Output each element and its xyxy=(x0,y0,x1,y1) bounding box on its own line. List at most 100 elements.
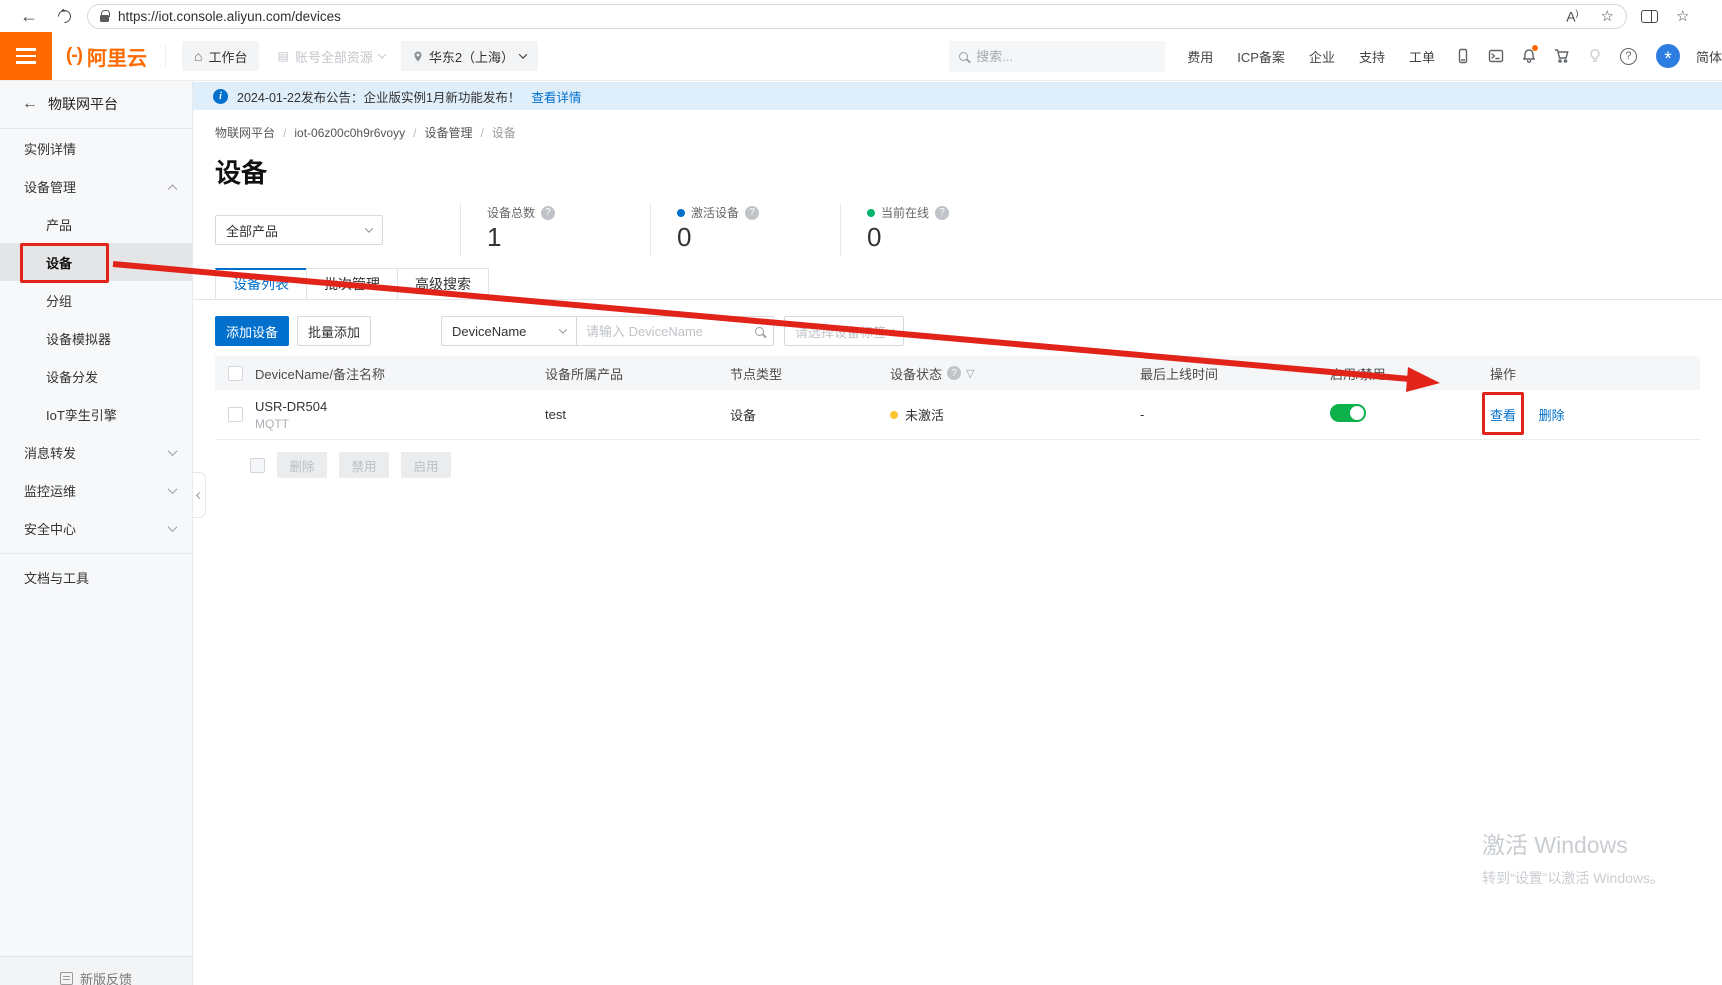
filter-funnel-icon[interactable]: ▽ xyxy=(966,367,974,380)
stat-activated-devices: 激活设备 0 xyxy=(650,204,840,256)
sidebar: ← 物联网平台 实例详情 设备管理 产品 设备 分组 设备模拟器 设备分发 Io… xyxy=(0,80,193,985)
browser-back-icon[interactable]: ← xyxy=(16,6,42,27)
nav-link-support[interactable]: 支持 xyxy=(1359,47,1385,66)
chevron-up-icon xyxy=(168,184,178,194)
breadcrumb-instance[interactable]: iot-06z00c0h9r6voyy xyxy=(294,126,405,140)
footer-select-all-checkbox[interactable] xyxy=(250,458,265,473)
select-all-checkbox[interactable] xyxy=(228,366,243,381)
aliyun-logo[interactable]: (-) 阿里云 xyxy=(52,42,165,71)
help-circle-icon[interactable] xyxy=(935,206,949,220)
col-header-devicename: DeviceName/备注名称 xyxy=(255,364,545,383)
workbench-button[interactable]: ⌂ 工作台 xyxy=(182,41,259,71)
chevron-down-icon xyxy=(559,325,567,333)
sidebar-item-device-management[interactable]: 设备管理 xyxy=(0,167,192,205)
breadcrumb-platform[interactable]: 物联网平台 xyxy=(215,124,275,141)
help-circle-icon[interactable] xyxy=(745,206,759,220)
favorite-star-icon[interactable]: ☆ xyxy=(1601,7,1614,25)
col-header-actions: 操作 xyxy=(1490,364,1700,383)
tab-device-list[interactable]: 设备列表 xyxy=(215,268,307,299)
sidebar-item-devices[interactable]: 设备 xyxy=(0,243,192,281)
help-icon[interactable] xyxy=(1620,48,1637,65)
account-scope-selector[interactable]: ▤ 账号全部资源 xyxy=(277,47,384,66)
browser-address-bar[interactable]: https://iot.console.aliyun.com/devices A… xyxy=(87,4,1627,29)
tab-batch-management[interactable]: 批次管理 xyxy=(306,268,398,299)
product-filter-select[interactable]: 全部产品 xyxy=(215,215,383,245)
announcement-banner: 2024-01-22发布公告：企业版实例1月新功能发布！ 查看详情 xyxy=(193,82,1722,110)
console-top-nav: (-) 阿里云 ⌂ 工作台 ▤ 账号全部资源 华东2（上海） 费用 ICP备案 … xyxy=(0,32,1722,80)
batch-enable-button[interactable]: 启用 xyxy=(401,452,451,478)
sidebar-title: 物联网平台 xyxy=(48,94,118,114)
enable-toggle[interactable] xyxy=(1330,404,1366,422)
sidebar-item-monitoring-ops[interactable]: 监控运维 xyxy=(0,471,192,509)
breadcrumb-device-management[interactable]: 设备管理 xyxy=(424,124,472,141)
sidebar-item-products[interactable]: 产品 xyxy=(0,205,192,243)
green-dot-icon xyxy=(867,209,875,217)
chevron-down-icon xyxy=(168,522,178,532)
sidebar-item-iot-twin-engine[interactable]: IoT孪生引擎 xyxy=(0,395,192,433)
view-link[interactable]: 查看 xyxy=(1490,408,1516,423)
col-header-device-status: 设备状态 ▽ xyxy=(890,364,1140,383)
add-device-button[interactable]: 添加设备 xyxy=(215,316,289,346)
console-search-input[interactable] xyxy=(976,49,1155,64)
batch-disable-button[interactable]: 禁用 xyxy=(339,452,389,478)
windows-activation-watermark: 激活 Windows 转到“设置”以激活 Windows。 xyxy=(1482,826,1722,888)
cloudshell-terminal-icon[interactable] xyxy=(1488,48,1504,64)
page-url[interactable]: https://iot.console.aliyun.com/devices xyxy=(118,9,341,24)
sidebar-item-device-simulator[interactable]: 设备模拟器 xyxy=(0,319,192,357)
row-checkbox[interactable] xyxy=(228,407,243,422)
sidebar-item-device-distribution[interactable]: 设备分发 xyxy=(0,357,192,395)
nav-link-tickets[interactable]: 工单 xyxy=(1409,47,1435,66)
sidebar-collapse-handle[interactable] xyxy=(193,472,206,518)
batch-add-button[interactable]: 批量添加 xyxy=(297,316,371,346)
sidebar-back-header[interactable]: ← 物联网平台 xyxy=(0,80,192,128)
help-circle-icon[interactable] xyxy=(541,206,555,220)
device-status-cell: 未激活 xyxy=(890,405,1140,424)
sidebar-item-security-center[interactable]: 安全中心 xyxy=(0,509,192,547)
back-arrow-icon[interactable]: ← xyxy=(22,95,38,113)
sidebar-feedback-button[interactable]: 新版反馈 xyxy=(0,956,192,985)
lightbulb-icon[interactable] xyxy=(1587,48,1603,64)
read-aloud-icon[interactable]: A) xyxy=(1566,8,1578,25)
app-icon[interactable] xyxy=(1455,48,1471,64)
stat-online-devices-value: 0 xyxy=(867,224,1030,250)
hamburger-menu-button[interactable] xyxy=(0,32,52,80)
sidebar-item-instance-details[interactable]: 实例详情 xyxy=(0,129,192,167)
last-online-cell: - xyxy=(1140,407,1330,422)
device-search-input[interactable] xyxy=(586,324,749,339)
device-search-box[interactable] xyxy=(576,316,774,346)
sidebar-item-message-forwarding[interactable]: 消息转发 xyxy=(0,433,192,471)
table-footer-actions: 删除 禁用 启用 xyxy=(237,452,1678,478)
browser-refresh-icon[interactable] xyxy=(55,7,73,25)
search-type-select[interactable]: DeviceName xyxy=(441,316,576,346)
user-avatar[interactable] xyxy=(1656,44,1680,68)
stat-activated-devices-value: 0 xyxy=(677,224,840,250)
device-tag-select[interactable]: 请选择设备标签 xyxy=(784,316,904,346)
tab-advanced-search[interactable]: 高级搜索 xyxy=(397,268,489,299)
help-circle-icon[interactable] xyxy=(947,366,961,380)
nav-link-enterprise[interactable]: 企业 xyxy=(1309,47,1335,66)
language-switcher[interactable]: 简体 xyxy=(1696,47,1722,66)
split-screen-icon[interactable] xyxy=(1641,10,1658,23)
browser-chrome: ← https://iot.console.aliyun.com/devices… xyxy=(0,0,1722,32)
region-selector[interactable]: 华东2（上海） xyxy=(401,41,538,71)
device-name[interactable]: USR-DR504 xyxy=(255,399,545,414)
cart-icon[interactable] xyxy=(1554,48,1570,64)
nav-link-billing[interactable]: 费用 xyxy=(1187,47,1213,66)
sidebar-item-docs-tools[interactable]: 文档与工具 xyxy=(0,558,192,596)
nav-link-icp[interactable]: ICP备案 xyxy=(1237,47,1285,66)
notifications-bell-icon[interactable] xyxy=(1521,48,1537,64)
console-search[interactable] xyxy=(949,41,1165,72)
aliyun-logo-text: 阿里云 xyxy=(87,42,147,71)
breadcrumb-current: 设备 xyxy=(492,124,516,141)
stats-row: 全部产品 设备总数 1 激活设备 0 当前在线 0 xyxy=(215,204,1700,256)
sidebar-item-groups[interactable]: 分组 xyxy=(0,281,192,319)
location-pin-icon xyxy=(413,50,423,63)
lock-icon xyxy=(100,15,109,22)
chevron-left-icon xyxy=(195,491,202,498)
delete-link[interactable]: 删除 xyxy=(1539,408,1565,423)
collections-icon[interactable]: ☆ xyxy=(1676,7,1689,25)
batch-delete-button[interactable]: 删除 xyxy=(277,452,327,478)
banner-detail-link[interactable]: 查看详情 xyxy=(531,87,581,106)
device-product-cell: test xyxy=(545,407,730,422)
chevron-down-icon xyxy=(519,50,527,58)
